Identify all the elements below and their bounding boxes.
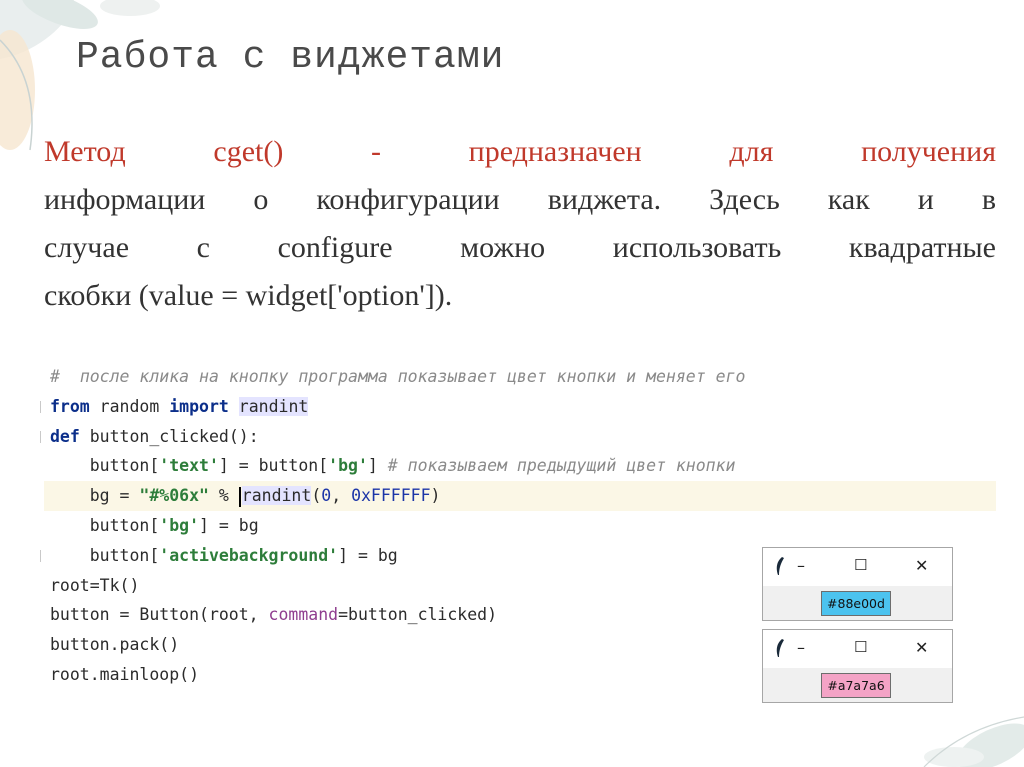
code-token: 'bg' xyxy=(328,456,368,476)
code-token: =button_clicked) xyxy=(338,605,498,625)
code-token: from xyxy=(50,396,90,416)
tk-window-2: – ☐ ✕ #a7a7a6 xyxy=(762,629,953,703)
minimize-icon[interactable]: – xyxy=(797,556,805,575)
paragraph-line-1: Метод cget() - предназначен для получени… xyxy=(44,128,996,176)
text-segment: - xyxy=(370,135,381,168)
fold-marker xyxy=(40,430,44,443)
code-line: button['text'] = button['bg'] # показыва… xyxy=(44,451,996,481)
code-token: command xyxy=(268,605,339,625)
code-token: 0 xyxy=(321,486,332,506)
feather-icon xyxy=(776,557,784,575)
paragraph-line-2: информации о конфигурации виджета. Здесь… xyxy=(44,183,996,216)
slide-title: Работа с виджетами xyxy=(76,36,505,79)
code-line: # после клика на кнопку программа показы… xyxy=(44,362,996,392)
code-token: button_clicked(): xyxy=(79,426,259,446)
color-button[interactable]: #88e00d xyxy=(821,591,891,616)
paragraph-line-4: скобки (value = widget['option']). xyxy=(44,279,453,312)
code-token: ] = bg xyxy=(338,545,398,565)
code-token: 'activebackground' xyxy=(159,545,339,565)
code-token: # xyxy=(50,367,60,386)
feather-icon xyxy=(776,639,784,657)
code-token: ) xyxy=(430,486,441,506)
maximize-icon[interactable]: ☐ xyxy=(854,638,867,656)
window-titlebar[interactable]: – ☐ ✕ xyxy=(763,548,952,586)
fold-marker xyxy=(40,400,44,413)
code-token: bg = xyxy=(50,486,140,506)
code-token: 'text' xyxy=(159,456,219,476)
code-token: button[ xyxy=(50,545,160,565)
paragraph-line-3: случае с configure можно использовать кв… xyxy=(44,231,996,264)
code-token: 'bg' xyxy=(159,515,200,535)
code-token: randint xyxy=(238,396,309,416)
fold-marker xyxy=(40,549,44,562)
code-token: после клика на кнопку программа показыва… xyxy=(79,367,746,386)
code-token: % xyxy=(208,486,239,506)
code-line: button['bg'] = bg xyxy=(44,511,996,541)
text-segment: Метод xyxy=(44,135,126,168)
code-token: 0xFFFFFF xyxy=(351,486,431,506)
color-button[interactable]: #a7a7a6 xyxy=(821,673,891,698)
code-token: button = Button(root, xyxy=(50,605,269,625)
code-token: ] = bg xyxy=(199,515,259,535)
code-token: button[ xyxy=(50,456,160,476)
tk-window-1: – ☐ ✕ #88e00d xyxy=(762,547,953,621)
code-token: import xyxy=(169,396,229,416)
text-segment: для xyxy=(729,135,774,168)
code-token: # показываем предыдущий цвет кнопки xyxy=(387,456,736,476)
code-token: ] = button[ xyxy=(218,456,329,476)
code-token: randint xyxy=(241,486,312,506)
code-token: random xyxy=(89,396,170,416)
close-icon[interactable]: ✕ xyxy=(915,556,928,575)
maximize-icon[interactable]: ☐ xyxy=(854,556,867,574)
description-paragraph: Метод cget() - предназначен для получени… xyxy=(44,128,996,320)
window-titlebar[interactable]: – ☐ ✕ xyxy=(763,630,952,668)
code-token: "#%06x" xyxy=(139,486,209,506)
text-caret xyxy=(238,486,241,507)
code-line-current: bg = "#%06x" % randint(0, 0xFFFFFF) xyxy=(44,481,996,511)
code-token: , xyxy=(331,486,352,506)
code-token: ( xyxy=(311,486,322,506)
code-token: ] xyxy=(367,456,388,476)
code-line: def button_clicked(): xyxy=(40,422,996,452)
code-token: button[ xyxy=(50,515,160,535)
code-line: from random import randint xyxy=(40,392,996,422)
text-segment: предназначен xyxy=(468,135,642,168)
close-icon[interactable]: ✕ xyxy=(915,638,928,657)
code-token: def xyxy=(50,426,80,446)
text-segment: cget() xyxy=(213,135,284,168)
minimize-icon[interactable]: – xyxy=(797,638,805,657)
text-segment: получения xyxy=(861,135,997,168)
